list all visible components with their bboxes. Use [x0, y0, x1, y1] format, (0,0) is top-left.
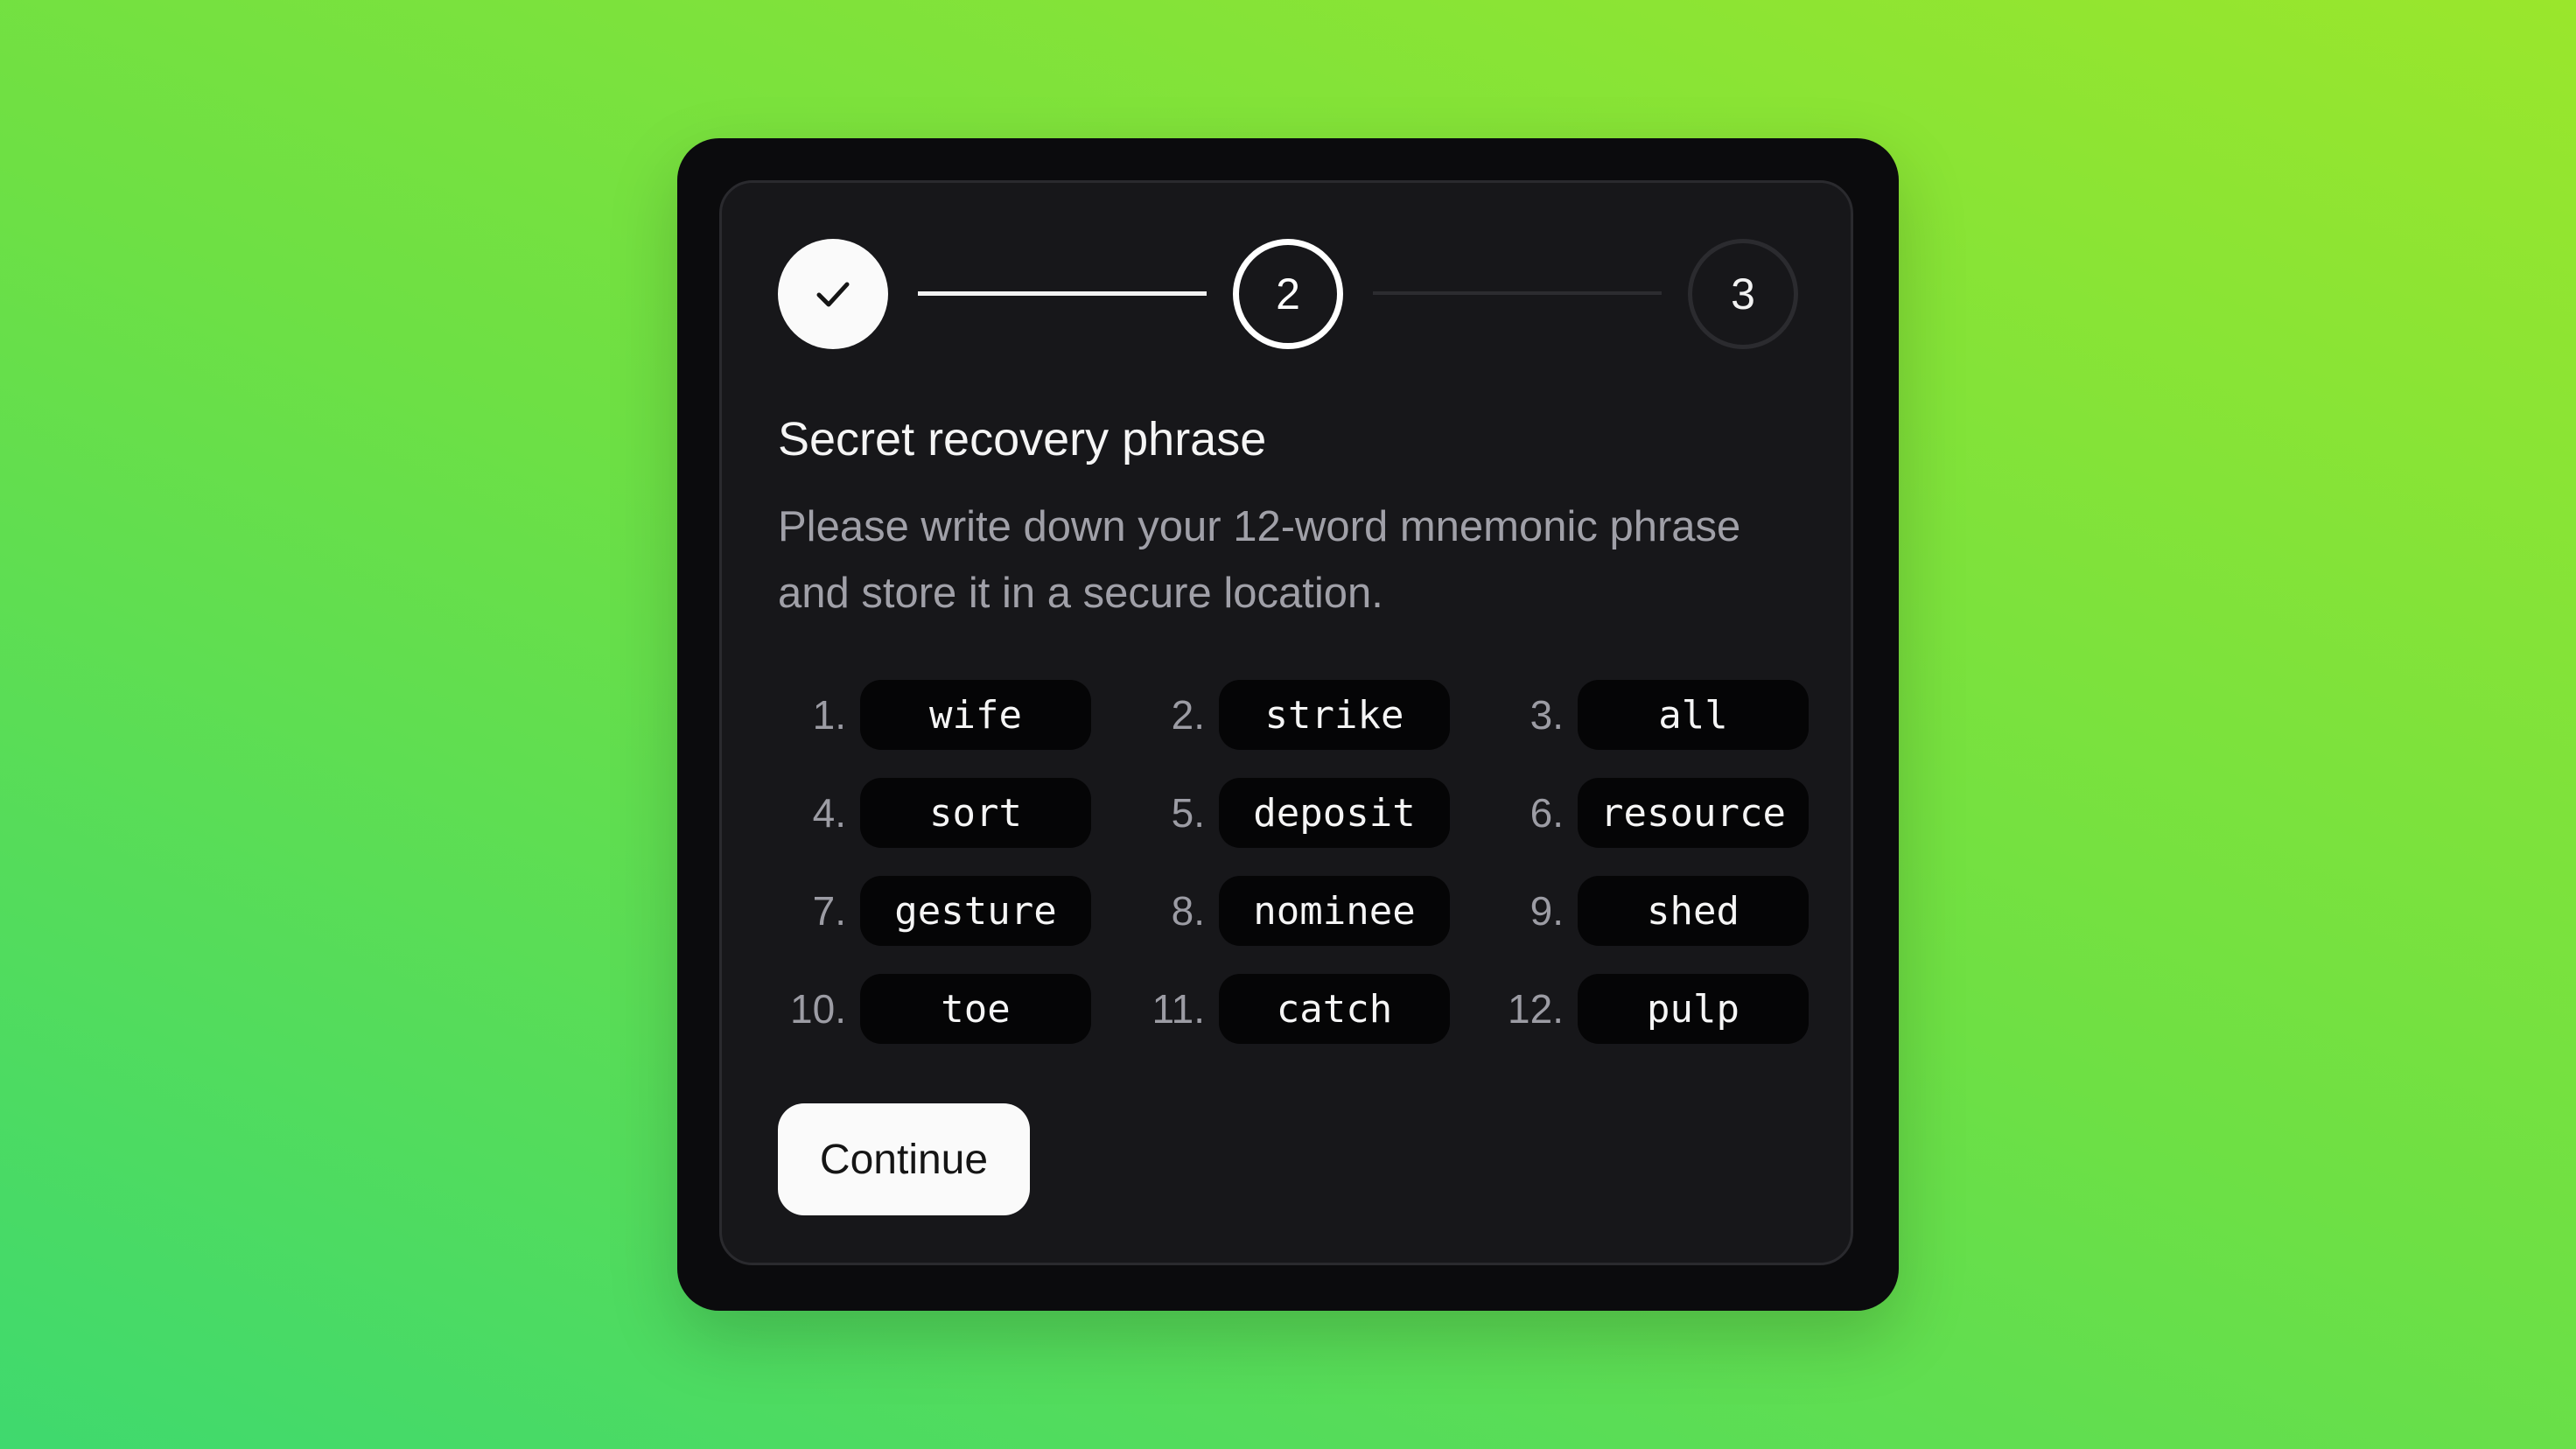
word-item: 12. pulp [1494, 974, 1809, 1044]
step-2-active: 2 [1233, 239, 1343, 349]
word-chip: pulp [1578, 974, 1809, 1044]
word-index: 12. [1508, 986, 1564, 1032]
word-item: 3. all [1494, 680, 1809, 750]
word-item: 10. toe [776, 974, 1135, 1044]
word-index: 4. [812, 790, 846, 836]
word-index: 8. [1171, 888, 1205, 934]
word-item: 11. catch [1135, 974, 1494, 1044]
word-item: 8. nominee [1135, 876, 1494, 946]
word-chip: all [1578, 680, 1809, 750]
page-title: Secret recovery phrase [778, 413, 1267, 466]
word-index: 10. [790, 986, 846, 1032]
word-chip: catch [1219, 974, 1450, 1044]
word-chip: strike [1219, 680, 1450, 750]
word-item: 1. wife [776, 680, 1135, 750]
word-item: 4. sort [776, 778, 1135, 848]
word-index: 1. [812, 692, 846, 738]
recovery-phrase-card: 2 3 Secret recovery phrase Please write … [719, 180, 1853, 1265]
word-chip: gesture [860, 876, 1091, 946]
word-row: 10. toe 11. catch 12. pulp [776, 974, 1809, 1044]
step-connector-complete [918, 291, 1207, 296]
word-chip: shed [1578, 876, 1809, 946]
word-index: 5. [1171, 790, 1205, 836]
word-row: 7. gesture 8. nominee 9. shed [776, 876, 1809, 946]
word-index: 3. [1530, 692, 1564, 738]
word-chip: deposit [1219, 778, 1450, 848]
step-connector-pending [1373, 291, 1662, 295]
word-item: 6. resource [1494, 778, 1809, 848]
step-3-upcoming: 3 [1688, 239, 1798, 349]
word-index: 7. [812, 888, 846, 934]
word-chip: wife [860, 680, 1091, 750]
word-chip: toe [860, 974, 1091, 1044]
word-item: 7. gesture [776, 876, 1135, 946]
word-row: 1. wife 2. strike 3. all [776, 680, 1809, 750]
word-index: 6. [1530, 790, 1564, 836]
word-chip: nominee [1219, 876, 1450, 946]
step-1-completed [778, 239, 888, 349]
check-icon [816, 282, 850, 307]
word-index: 9. [1530, 888, 1564, 934]
page-description: Please write down your 12-word mnemonic … [778, 503, 1741, 617]
word-item: 2. strike [1135, 680, 1494, 750]
word-chip: resource [1578, 778, 1809, 848]
continue-button[interactable]: Continue [778, 1103, 1030, 1215]
word-chip: sort [860, 778, 1091, 848]
dialog-frame: 2 3 Secret recovery phrase Please write … [677, 138, 1899, 1311]
word-item: 9. shed [1494, 876, 1809, 946]
mnemonic-word-grid: 1. wife 2. strike 3. all 4. sort 5. depo… [776, 680, 1809, 1072]
word-row: 4. sort 5. deposit 6. resource [776, 778, 1809, 848]
word-index: 11. [1152, 986, 1205, 1032]
word-index: 2. [1171, 692, 1205, 738]
word-item: 5. deposit [1135, 778, 1494, 848]
